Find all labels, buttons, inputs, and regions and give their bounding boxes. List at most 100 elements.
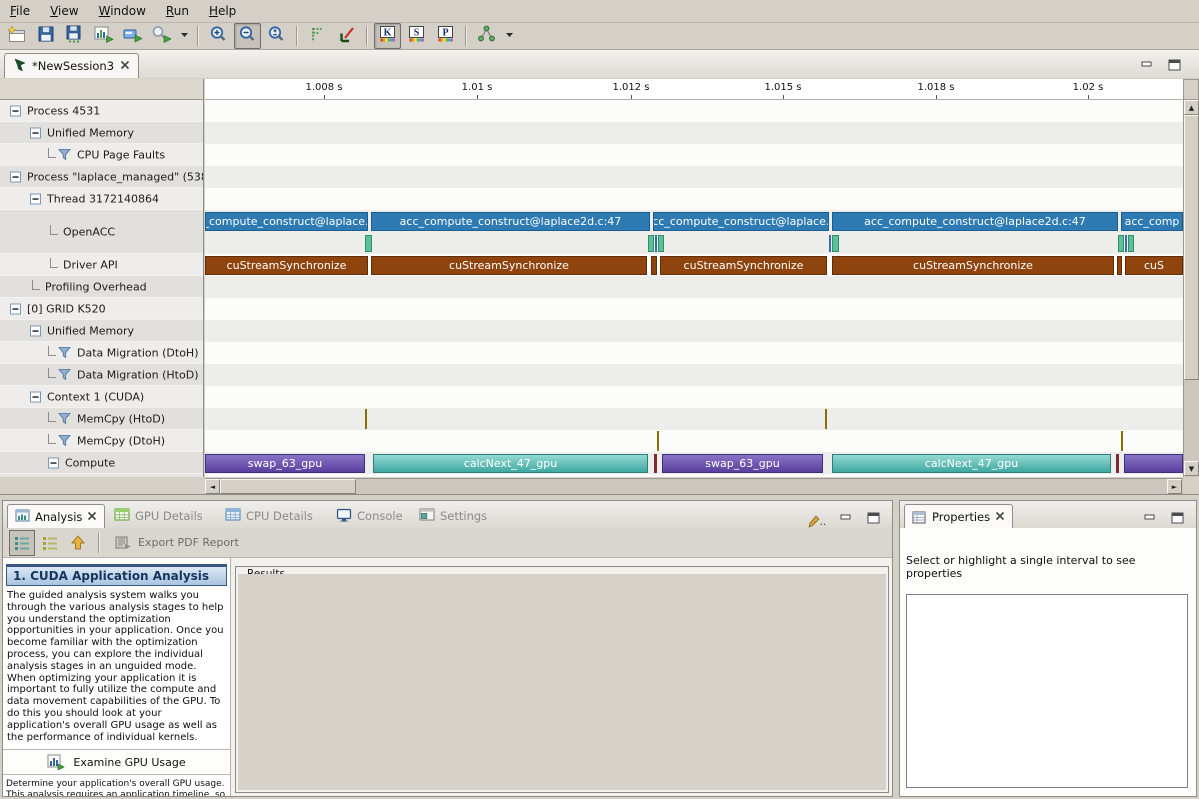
vertical-scroll-thumb[interactable] [1184, 115, 1199, 380]
timeline-row-label[interactable]: Unified Memory [0, 320, 203, 342]
examine-gpu-usage-button[interactable]: Examine GPU Usage [3, 749, 230, 775]
openacc-event-mark[interactable] [829, 235, 831, 252]
stream-colors-button[interactable]: S [403, 23, 430, 49]
timeline-row-label[interactable]: Context 1 (CUDA) [0, 386, 203, 408]
maximize-icon[interactable] [1171, 509, 1184, 528]
run-analysis-button[interactable] [148, 23, 175, 49]
tab-properties[interactable]: Properties [904, 504, 1013, 529]
minimize-icon[interactable] [840, 509, 853, 528]
menu-item-view[interactable]: View [40, 2, 88, 20]
horizontal-scroll-thumb[interactable] [220, 479, 356, 494]
timeline-row-label[interactable]: MemCpy (HtoD) [0, 408, 203, 430]
timeline-canvas[interactable]: c_compute_construct@laplace...acc_comput… [205, 100, 1183, 477]
dependency-graph-button[interactable] [473, 23, 500, 49]
driver-api-interval[interactable] [1117, 256, 1122, 275]
openacc-interval[interactable]: c_compute_construct@laplace... [205, 212, 368, 231]
openacc-event-mark[interactable] [655, 235, 657, 252]
compute-kernel-interval[interactable]: swap_63_gpu [205, 454, 365, 473]
openacc-event-mark[interactable] [658, 235, 664, 252]
openacc-interval[interactable]: acc_comp [1121, 212, 1183, 231]
menu-item-file[interactable]: File [0, 2, 40, 20]
openacc-event-mark[interactable] [1125, 235, 1127, 252]
tab-analysis[interactable]: Analysis [7, 504, 105, 529]
menu-item-window[interactable]: Window [89, 2, 156, 20]
collapse-minus-icon[interactable] [10, 167, 21, 186]
mark-timeline-button[interactable] [304, 23, 331, 49]
openacc-interval[interactable]: acc_compute_construct@laplace... [653, 212, 829, 231]
collapse-minus-icon[interactable] [48, 453, 59, 472]
timeline-row-label[interactable]: Unified Memory [0, 122, 203, 144]
timeline-row-label[interactable]: CPU Page Faults [0, 144, 203, 166]
graph-dropdown[interactable] [502, 23, 516, 49]
zoom-fit-button[interactable] [263, 23, 290, 49]
save-button[interactable] [32, 23, 59, 49]
unguided-analysis-toggle[interactable] [37, 530, 63, 556]
memcpy-dtoh-tick[interactable] [657, 431, 659, 451]
openacc-event-mark[interactable] [365, 235, 372, 252]
collapse-minus-icon[interactable] [30, 189, 41, 208]
scroll-left-button[interactable]: ◄ [205, 479, 220, 494]
close-tab-icon[interactable] [120, 59, 130, 73]
openacc-event-mark[interactable] [648, 235, 654, 252]
compute-kernel-interval[interactable] [1124, 454, 1183, 473]
tab-gpu-details[interactable]: GPU Details [107, 504, 215, 528]
timeline-row-label[interactable]: Data Migration (HtoD) [0, 364, 203, 386]
timeline-row-label[interactable]: Data Migration (DtoH) [0, 342, 203, 364]
view-menu-icon[interactable]: .. [806, 509, 826, 528]
openacc-event-mark[interactable] [1128, 235, 1134, 252]
zoom-out-button[interactable] [234, 23, 261, 49]
openacc-interval[interactable]: acc_compute_construct@laplace2d.c:47 [832, 212, 1118, 231]
openacc-event-mark[interactable] [832, 235, 839, 252]
collapse-minus-icon[interactable] [10, 101, 21, 120]
driver-api-interval[interactable]: cuS [1125, 256, 1183, 275]
minimize-icon[interactable] [1141, 56, 1154, 75]
timeline-row-label[interactable]: Compute [0, 452, 203, 474]
collapse-minus-icon[interactable] [30, 387, 41, 406]
close-tab-icon[interactable] [87, 510, 97, 524]
driver-api-interval[interactable]: cuStreamSynchronize [371, 256, 647, 275]
scroll-up-button[interactable]: ▲ [1184, 100, 1199, 115]
kernel-colors-button[interactable]: K [374, 23, 401, 49]
tab-settings[interactable]: Settings [412, 504, 499, 528]
compute-kernel-interval[interactable]: swap_63_gpu [662, 454, 823, 473]
guided-analysis-toggle[interactable] [9, 530, 35, 556]
timeline-row-label[interactable]: OpenACC [0, 210, 203, 254]
maximize-icon[interactable] [867, 509, 880, 528]
maximize-icon[interactable] [1168, 56, 1181, 75]
tab-cpu-details[interactable]: CPU Details [218, 504, 325, 528]
minimize-icon[interactable] [1144, 509, 1157, 528]
export-pdf-report-button[interactable]: Export PDF Report [115, 535, 239, 550]
timeline-row-label[interactable]: Profiling Overhead [0, 276, 203, 298]
openacc-event-mark[interactable] [1118, 235, 1124, 252]
scroll-right-button[interactable]: ► [1167, 479, 1182, 494]
process-colors-button[interactable]: P [432, 23, 459, 49]
memcpy-htod-tick[interactable] [825, 409, 827, 429]
menu-item-help[interactable]: Help [199, 2, 246, 20]
driver-api-interval[interactable]: cuStreamSynchronize [205, 256, 368, 275]
run-dropdown[interactable] [177, 23, 191, 49]
openacc-interval[interactable]: acc_compute_construct@laplace2d.c:47 [371, 212, 650, 231]
generate-timeline-button[interactable] [90, 23, 117, 49]
vertical-scrollbar[interactable]: ▲ ▼ [1183, 100, 1199, 477]
timeline-row-label[interactable]: MemCpy (DtoH) [0, 430, 203, 452]
collapse-minus-icon[interactable] [30, 123, 41, 142]
compute-kernel-interval[interactable] [1116, 454, 1119, 473]
collapse-minus-icon[interactable] [30, 321, 41, 340]
zoom-in-button[interactable] [205, 23, 232, 49]
memcpy-dtoh-tick[interactable] [1121, 431, 1123, 451]
memcpy-htod-tick[interactable] [365, 409, 367, 429]
tab-console[interactable]: Console [329, 504, 415, 528]
driver-api-interval[interactable] [651, 256, 657, 275]
timeline-row-label[interactable]: Process "laplace_managed" (538) [0, 166, 203, 188]
run-application-button[interactable] [119, 23, 146, 49]
session-tab[interactable]: *NewSession3 [4, 53, 139, 78]
timeline-row-label[interactable]: [0] GRID K520 [0, 298, 203, 320]
collapse-minus-icon[interactable] [10, 299, 21, 318]
compute-kernel-interval[interactable]: calcNext_47_gpu [832, 454, 1111, 473]
scroll-down-button[interactable]: ▼ [1184, 461, 1199, 476]
timeline-row-label[interactable]: Driver API [0, 254, 203, 276]
reset-view-button[interactable] [333, 23, 360, 49]
compute-kernel-interval[interactable] [654, 454, 657, 473]
driver-api-interval[interactable]: cuStreamSynchronize [832, 256, 1114, 275]
horizontal-scrollbar[interactable]: ◄ ► [205, 478, 1183, 494]
